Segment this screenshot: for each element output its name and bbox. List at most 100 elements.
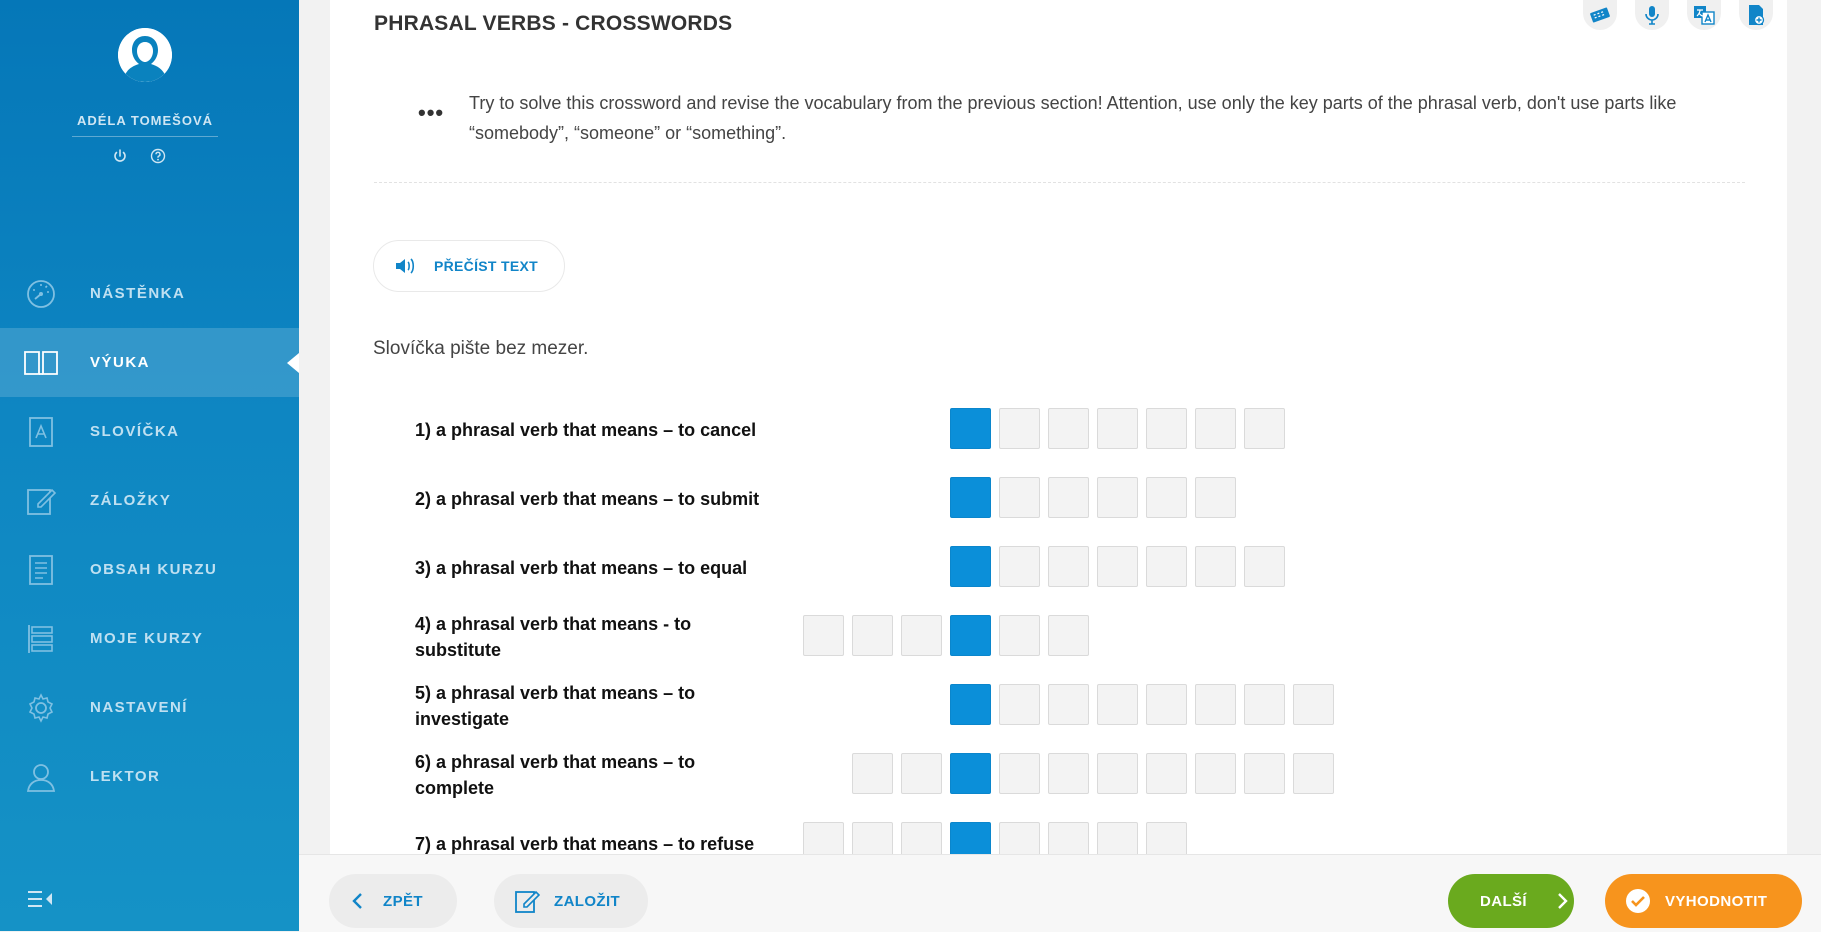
hint-text: Slovíčka pište bez mezer. <box>373 338 589 359</box>
sidebar-item-moje-kurzy[interactable]: MOJE KURZY <box>0 604 299 673</box>
translate-button[interactable] <box>1687 0 1721 30</box>
sidebar-item-label: OBSAH KURZU <box>90 561 218 578</box>
sidebar-item-label: NÁSTĚNKA <box>90 285 186 302</box>
letter-cell[interactable] <box>1048 684 1089 725</box>
letter-cell[interactable] <box>1048 477 1089 518</box>
page-title: PHRASAL VERBS - CROSSWORDS <box>374 12 733 35</box>
letter-cell[interactable] <box>1244 408 1285 449</box>
courses-list-icon <box>23 621 59 657</box>
letter-cell[interactable] <box>1097 684 1138 725</box>
letter-cell[interactable] <box>1097 408 1138 449</box>
letter-cell[interactable] <box>999 684 1040 725</box>
sidebar-item-lektor[interactable]: LEKTOR <box>0 742 299 811</box>
key-letter-cell[interactable] <box>950 477 991 518</box>
clue-text: 4) a phrasal verb that means - to substi… <box>415 614 692 660</box>
user-name: ADÉLA TOMEŠOVÁ <box>72 113 218 137</box>
edit-note-icon <box>514 888 540 914</box>
sidebar-nav: NÁSTĚNKA VÝUKA SLOVÍČKA ZÁLOŽKY OBSAH KU… <box>0 259 299 811</box>
evaluate-label: VYHODNOTIT <box>1665 892 1768 910</box>
letter-cell[interactable] <box>1048 408 1089 449</box>
read-text-button[interactable]: PŘEČÍST TEXT <box>373 240 565 292</box>
key-letter-cell[interactable] <box>950 753 991 794</box>
sidebar-item-label: SLOVÍČKA <box>90 423 180 440</box>
letter-cell[interactable] <box>1195 477 1236 518</box>
speaker-icon <box>394 255 416 277</box>
instructions-box: ••• Try to solve this crossword and revi… <box>374 74 1745 183</box>
check-circle-icon <box>1625 888 1651 914</box>
sidebar-item-vyuka[interactable]: VÝUKA <box>0 328 299 397</box>
letter-cell[interactable] <box>1195 546 1236 587</box>
letter-cell[interactable] <box>1195 753 1236 794</box>
main-content: PHRASAL VERBS - CROSSWORDS ••• Try to so… <box>330 0 1787 863</box>
keyboard-button[interactable] <box>1583 0 1617 30</box>
letter-cell[interactable] <box>1048 615 1089 656</box>
clue-text: 1) a phrasal verb that means – to cancel <box>415 420 757 440</box>
key-letter-cell[interactable] <box>950 615 991 656</box>
back-label: ZPĚT <box>383 892 423 910</box>
crossword-row: 5) a phrasal verb that means – to invest… <box>415 683 1615 729</box>
sidebar-item-nastenka[interactable]: NÁSTĚNKA <box>0 259 299 328</box>
letter-cell[interactable] <box>901 753 942 794</box>
chevron-right-icon <box>1557 892 1569 910</box>
crossword-row: 3) a phrasal verb that means – to equal <box>415 546 1615 590</box>
letter-cell[interactable] <box>1146 684 1187 725</box>
letter-cell[interactable] <box>999 477 1040 518</box>
letter-cell[interactable] <box>1146 477 1187 518</box>
person-icon <box>23 759 59 795</box>
sidebar-item-nastaveni[interactable]: NASTAVENÍ <box>0 673 299 742</box>
letter-cell[interactable] <box>999 408 1040 449</box>
letter-cell[interactable] <box>852 615 893 656</box>
avatar[interactable] <box>118 28 172 82</box>
key-letter-cell[interactable] <box>950 546 991 587</box>
letter-cell[interactable] <box>1244 753 1285 794</box>
gear-icon <box>23 690 59 726</box>
bottom-action-bar: ZPĚT ZALOŽIT DALŠÍ VYHODNOTIT <box>299 854 1821 932</box>
add-document-button[interactable] <box>1739 0 1773 30</box>
help-icon[interactable] <box>150 148 166 164</box>
letter-cell[interactable] <box>901 615 942 656</box>
vocabulary-book-icon <box>23 414 59 450</box>
add-document-icon <box>1749 5 1765 26</box>
letter-cell[interactable] <box>1293 684 1334 725</box>
letter-cell[interactable] <box>999 615 1040 656</box>
sidebar-item-slovicka[interactable]: SLOVÍČKA <box>0 397 299 466</box>
letter-cell[interactable] <box>1146 546 1187 587</box>
letter-cell[interactable] <box>999 546 1040 587</box>
letter-cell[interactable] <box>803 615 844 656</box>
letter-cell[interactable] <box>1195 684 1236 725</box>
sidebar-item-label: NASTAVENÍ <box>90 699 188 716</box>
microphone-icon <box>1645 6 1659 25</box>
letter-cell[interactable] <box>852 753 893 794</box>
next-button[interactable]: DALŠÍ <box>1448 874 1574 928</box>
crossword-row: 2) a phrasal verb that means – to submit <box>415 477 1615 521</box>
letter-cell[interactable] <box>1097 477 1138 518</box>
power-icon[interactable] <box>112 148 128 164</box>
crossword-row: 4) a phrasal verb that means - to substi… <box>415 614 1615 660</box>
collapse-sidebar-icon[interactable] <box>26 889 56 913</box>
letter-cell[interactable] <box>1048 546 1089 587</box>
letter-cell[interactable] <box>999 753 1040 794</box>
sidebar-item-zalozky[interactable]: ZÁLOŽKY <box>0 466 299 535</box>
letter-cell[interactable] <box>1244 546 1285 587</box>
letter-cell[interactable] <box>1097 753 1138 794</box>
letter-cell[interactable] <box>1146 408 1187 449</box>
chevron-left-icon <box>351 892 363 910</box>
sidebar: ADÉLA TOMEŠOVÁ NÁSTĚNKA VÝUKA SLOVÍČKA Z… <box>0 0 299 931</box>
keyboard-icon <box>1590 7 1610 23</box>
crossword-row: 6) a phrasal verb that means – to comple… <box>415 752 1615 798</box>
microphone-button[interactable] <box>1635 0 1669 30</box>
sidebar-item-obsah-kurzu[interactable]: OBSAH KURZU <box>0 535 299 604</box>
evaluate-button[interactable]: VYHODNOTIT <box>1605 874 1802 928</box>
bookmark-button[interactable]: ZALOŽIT <box>494 874 648 928</box>
letter-cell[interactable] <box>1097 546 1138 587</box>
back-button[interactable]: ZPĚT <box>329 874 457 928</box>
key-letter-cell[interactable] <box>950 408 991 449</box>
letter-cell[interactable] <box>1195 408 1236 449</box>
letter-cell[interactable] <box>1293 753 1334 794</box>
toolbar <box>1583 0 1773 30</box>
more-dots-icon: ••• <box>418 100 445 125</box>
key-letter-cell[interactable] <box>950 684 991 725</box>
letter-cell[interactable] <box>1048 753 1089 794</box>
letter-cell[interactable] <box>1244 684 1285 725</box>
letter-cell[interactable] <box>1146 753 1187 794</box>
